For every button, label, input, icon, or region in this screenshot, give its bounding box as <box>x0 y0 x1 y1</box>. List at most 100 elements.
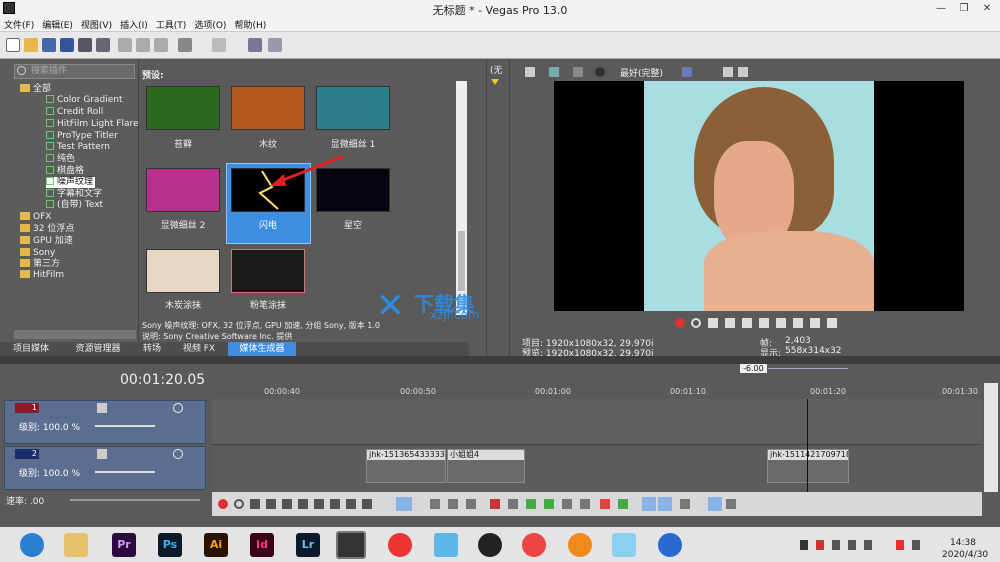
photoshop-icon[interactable]: Ps <box>158 533 182 557</box>
video-clip[interactable]: jhk-1513654333339 <box>366 449 446 483</box>
tree-item[interactable]: Test Pattern <box>46 142 110 153</box>
go-end-icon[interactable] <box>793 318 803 328</box>
menu-edit[interactable]: 编辑(E) <box>38 17 77 32</box>
minimize-button[interactable]: — <box>930 0 952 17</box>
track-header-2[interactable]: 2 级别: 100.0 % <box>4 446 206 490</box>
edit-tool-icon[interactable] <box>396 497 412 511</box>
menu-help[interactable]: 帮助(H) <box>230 17 270 32</box>
tab-video-fx[interactable]: 视频 FX <box>170 342 228 356</box>
lock-envelopes-icon[interactable] <box>708 497 722 511</box>
next-frame-icon[interactable] <box>827 318 837 328</box>
tree-root[interactable]: 全部 <box>20 84 51 95</box>
selection-tool-icon[interactable] <box>448 499 458 509</box>
split-icon[interactable] <box>526 499 536 509</box>
tree-item[interactable]: 纯色 <box>46 154 75 165</box>
preset-thumb-filament-2[interactable] <box>146 168 220 212</box>
playhead[interactable] <box>807 399 808 492</box>
paste-icon[interactable] <box>154 38 168 52</box>
menu-view[interactable]: 视图(V) <box>77 17 116 32</box>
snap-icon[interactable] <box>642 497 656 511</box>
trim-icon[interactable] <box>508 499 518 509</box>
preset-thumb-charcoal[interactable] <box>146 249 220 293</box>
lock-icon[interactable] <box>580 499 590 509</box>
menu-file[interactable]: 文件(F) <box>0 17 38 32</box>
track-header-1[interactable]: 1 级别: 100.0 % <box>4 400 206 444</box>
timeline-vscrollbar[interactable] <box>984 383 998 492</box>
play-icon[interactable] <box>266 499 276 509</box>
time-ruler[interactable]: 00:00:40 00:00:50 00:01:00 00:01:10 00:0… <box>212 383 982 399</box>
tree-group[interactable]: OFX <box>20 212 51 223</box>
tree-item[interactable]: ProType Titler <box>46 131 118 142</box>
properties-icon[interactable] <box>96 38 110 52</box>
chrome-icon[interactable] <box>522 533 546 557</box>
assistant-icon[interactable] <box>434 533 458 557</box>
rate-slider[interactable] <box>70 499 200 501</box>
menu-tools[interactable]: 工具(T) <box>152 17 191 32</box>
prev-frame-icon[interactable] <box>346 499 356 509</box>
vegas-taskbar-icon[interactable] <box>336 531 366 559</box>
render-icon[interactable] <box>78 38 92 52</box>
preset-vscrollbar[interactable] <box>456 81 467 315</box>
record-icon[interactable] <box>218 499 228 509</box>
lightroom-icon[interactable]: Lr <box>296 533 320 557</box>
illustrator-icon[interactable]: Ai <box>204 533 228 557</box>
tree-item[interactable]: Credit Roll <box>46 107 103 118</box>
tree-hscrollbar[interactable] <box>14 330 136 339</box>
marker-value[interactable]: -6.00 <box>740 364 767 373</box>
help-icon[interactable] <box>268 38 282 52</box>
ignore-grouping-icon[interactable] <box>726 499 736 509</box>
video-clip[interactable]: 小姐姐4 <box>447 449 525 483</box>
tree-item[interactable]: 棋盘格 <box>46 166 84 177</box>
tree-group[interactable]: Sony <box>20 248 55 259</box>
track-area[interactable]: jhk-1513654333339 小姐姐4 jhk-1511421709718 <box>212 399 982 492</box>
tree-item[interactable]: 字幕和文字 <box>46 189 102 200</box>
copy-icon[interactable] <box>136 38 150 52</box>
tab-transitions[interactable]: 转场 <box>134 342 170 356</box>
next-frame-icon[interactable] <box>362 499 372 509</box>
tray-icons[interactable] <box>800 540 920 550</box>
play-icon[interactable] <box>725 318 735 328</box>
play-from-start-icon[interactable] <box>708 318 718 328</box>
region-icon[interactable] <box>618 499 628 509</box>
go-start-icon[interactable] <box>776 318 786 328</box>
track-mute-icon[interactable] <box>173 403 183 413</box>
redo-icon[interactable] <box>212 38 226 52</box>
save-as-icon[interactable] <box>60 38 74 52</box>
trim-end-icon[interactable] <box>562 499 572 509</box>
prev-frame-icon[interactable] <box>810 318 820 328</box>
indesign-icon[interactable]: Id <box>250 533 274 557</box>
tree-group[interactable]: HitFilm <box>20 270 64 281</box>
menu-insert[interactable]: 插入(I) <box>116 17 152 32</box>
quality-dropdown[interactable]: 最好(完整) <box>620 66 663 79</box>
loop-icon[interactable] <box>234 499 244 509</box>
plugin-search-input[interactable]: 搜索插件 <box>14 64 135 79</box>
track-fx-icon[interactable] <box>97 449 107 459</box>
loop-icon[interactable] <box>691 318 701 328</box>
preset-thumb-chalk[interactable] <box>231 249 305 293</box>
cut-icon[interactable] <box>118 38 132 52</box>
tree-group[interactable]: 第三方 <box>20 259 60 270</box>
level-slider[interactable] <box>95 425 155 427</box>
grid-icon[interactable] <box>682 67 692 77</box>
menu-options[interactable]: 选项(O) <box>190 17 230 32</box>
red-app-icon[interactable] <box>388 533 412 557</box>
tab-project-media[interactable]: 项目媒体 <box>0 342 62 356</box>
tree-item[interactable]: HitFilm Light Flares <box>46 119 143 130</box>
level-slider[interactable] <box>95 471 155 473</box>
browser-icon[interactable] <box>20 533 44 557</box>
video-clip[interactable]: jhk-1511421709718 <box>767 449 849 483</box>
pause-icon[interactable] <box>282 499 292 509</box>
file-explorer-icon[interactable] <box>64 533 88 557</box>
tab-media-generators[interactable]: 媒体生成器 <box>228 342 296 356</box>
tab-explorer[interactable]: 资源管理器 <box>62 342 134 356</box>
save-snapshot-icon[interactable] <box>738 67 748 77</box>
play-from-start-icon[interactable] <box>250 499 260 509</box>
go-start-icon[interactable] <box>314 499 324 509</box>
ripple-icon[interactable] <box>680 499 690 509</box>
preview-properties-icon[interactable] <box>525 67 535 77</box>
envelope-tool-icon[interactable] <box>430 499 440 509</box>
open-icon[interactable] <box>24 38 38 52</box>
monitor-icon[interactable] <box>549 67 559 77</box>
auto-crossfade-icon[interactable] <box>658 497 672 511</box>
save-icon[interactable] <box>42 38 56 52</box>
